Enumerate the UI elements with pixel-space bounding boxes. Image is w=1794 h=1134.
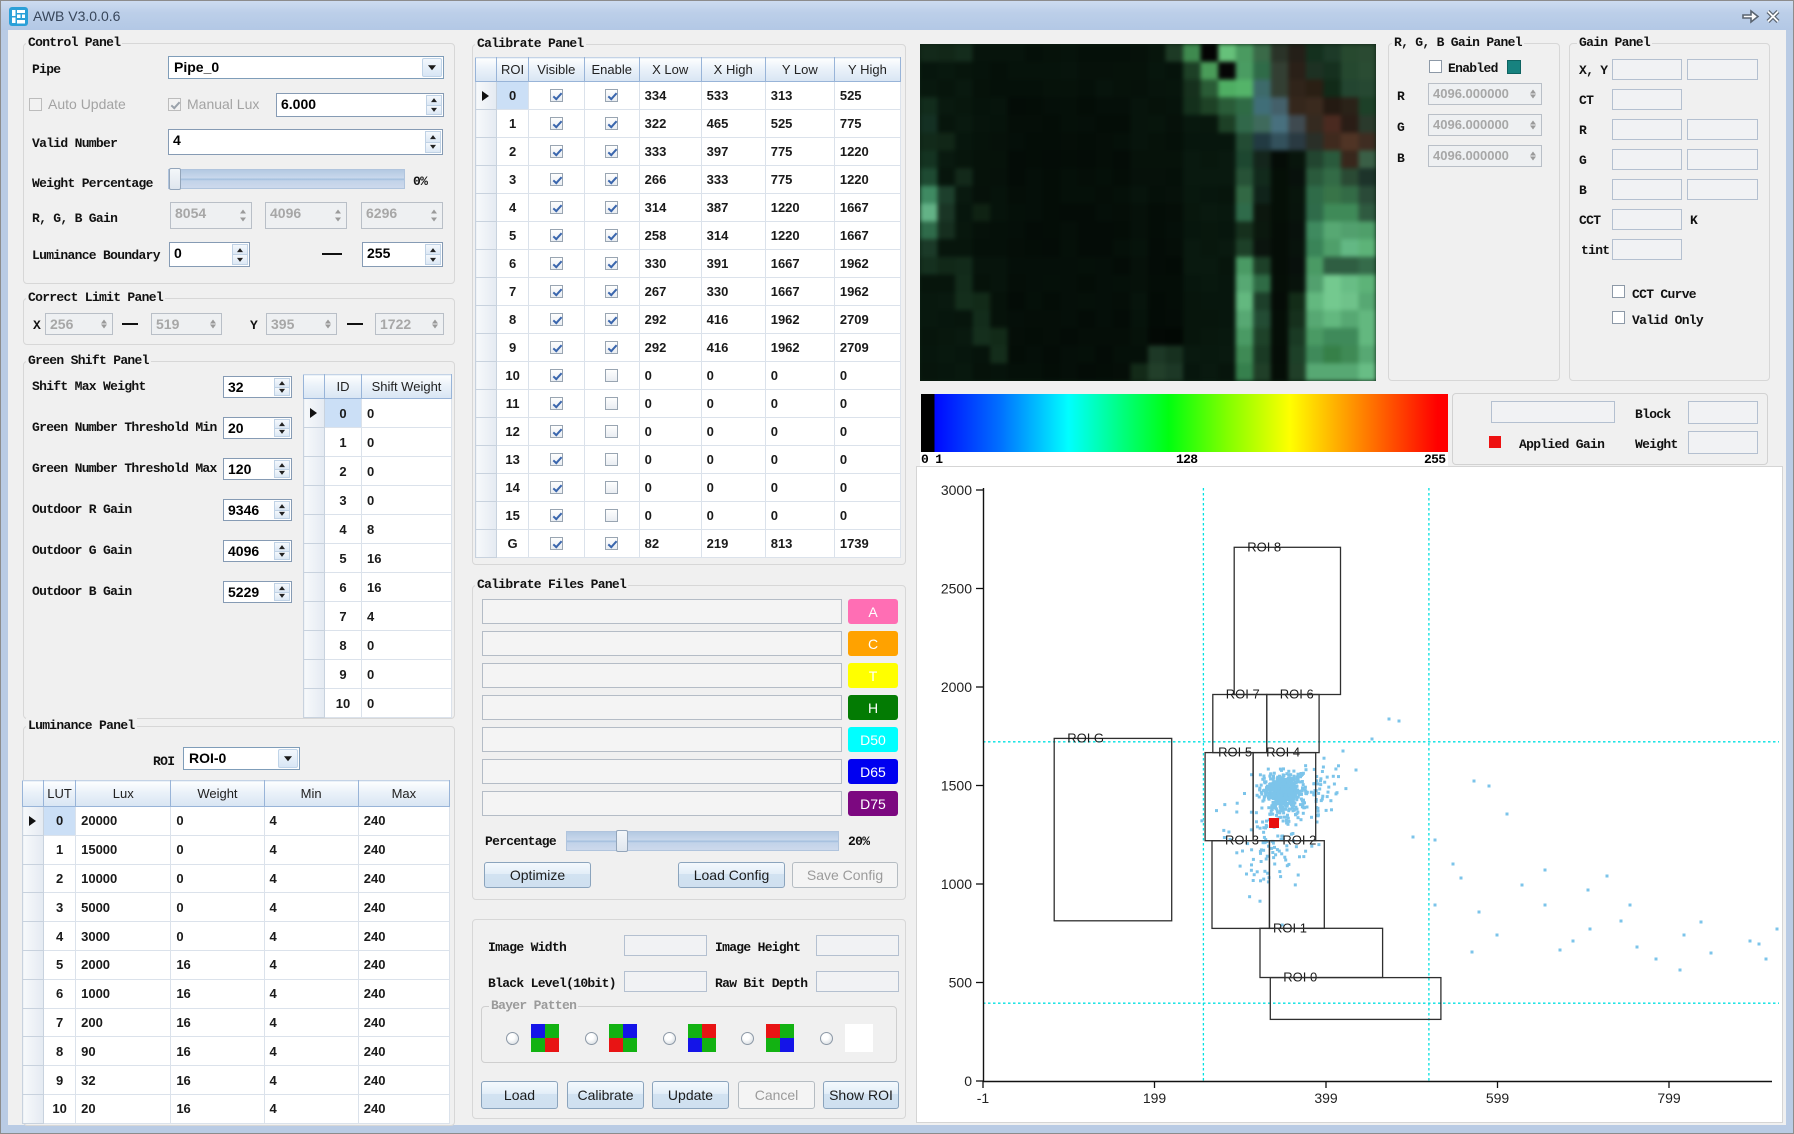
svg-text:0: 0: [964, 1073, 972, 1089]
svg-text:ROI G: ROI G: [1067, 730, 1104, 745]
svg-text:ROI 8: ROI 8: [1247, 539, 1281, 554]
svg-text:799: 799: [1657, 1090, 1681, 1106]
svg-text:2500: 2500: [941, 581, 972, 597]
svg-text:-1: -1: [977, 1090, 990, 1106]
svg-text:399: 399: [1314, 1090, 1338, 1106]
svg-text:199: 199: [1143, 1090, 1167, 1106]
svg-text:1500: 1500: [941, 778, 972, 794]
svg-text:599: 599: [1486, 1090, 1510, 1106]
svg-text:500: 500: [949, 975, 973, 991]
svg-text:2000: 2000: [941, 679, 972, 695]
svg-text:1000: 1000: [941, 876, 972, 892]
svg-text:3000: 3000: [941, 482, 972, 498]
